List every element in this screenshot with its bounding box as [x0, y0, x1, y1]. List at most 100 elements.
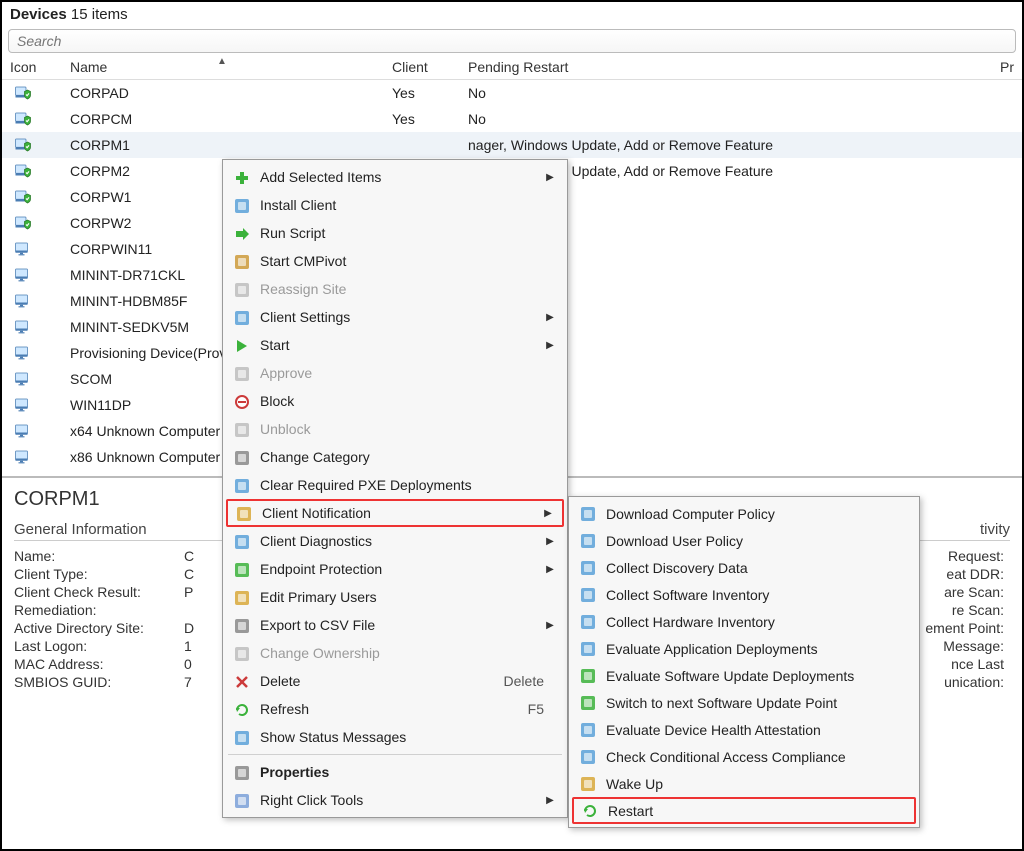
- device-pending: nager, Windows Update, Add or Remove Fea…: [460, 137, 1022, 153]
- menu-item-client-settings[interactable]: Client Settings▶: [226, 303, 564, 331]
- device-row[interactable]: CORPADYesNo: [2, 80, 1022, 106]
- col-header-pri[interactable]: Pr: [992, 59, 1022, 75]
- col-header-pending[interactable]: Pending Restart: [460, 59, 992, 75]
- menu-item-refresh[interactable]: RefreshF5: [226, 695, 564, 723]
- menu-item-client-diagnostics[interactable]: Client Diagnostics▶: [226, 527, 564, 555]
- submenu-item-wake-up[interactable]: Wake Up: [572, 770, 916, 797]
- submenu-item-collect-software-inventory[interactable]: Collect Software Inventory: [572, 581, 916, 608]
- menu-item-label: Add Selected Items: [254, 169, 544, 185]
- submenu-item-download-user-policy[interactable]: Download User Policy: [572, 527, 916, 554]
- col-header-name[interactable]: Name ▲: [62, 59, 392, 75]
- menu-item-label: Refresh: [254, 701, 516, 717]
- submenu-item-restart[interactable]: Restart: [572, 797, 916, 824]
- submenu-item-label: Switch to next Software Update Point: [600, 695, 908, 711]
- device-icon: [2, 214, 62, 232]
- menu-item-start-cmpivot[interactable]: Start CMPivot: [226, 247, 564, 275]
- submenu-item-label: Wake Up: [600, 776, 908, 792]
- col-header-client[interactable]: Client: [392, 59, 460, 75]
- device-row[interactable]: CORPCMYesNo: [2, 106, 1022, 132]
- device-icon: [2, 136, 62, 154]
- compliance-icon: [576, 748, 600, 765]
- menu-item-label: Change Ownership: [254, 645, 544, 661]
- menu-item-start[interactable]: Start▶: [226, 331, 564, 359]
- submenu-item-collect-discovery-data[interactable]: Collect Discovery Data: [572, 554, 916, 581]
- submenu-arrow-icon: ▶: [544, 795, 556, 806]
- menu-item-client-notification[interactable]: Client Notification▶: [226, 499, 564, 527]
- block-icon: [230, 392, 254, 409]
- device-icon: [2, 110, 62, 128]
- menu-item-right-click-tools[interactable]: Right Click Tools▶: [226, 786, 564, 814]
- panel-header: Devices 15 items: [2, 2, 1022, 27]
- device-icon: [2, 396, 62, 414]
- column-headers: Icon Name ▲ Client Pending Restart Pr: [2, 55, 1022, 80]
- device-name: CORPAD: [62, 85, 392, 101]
- menu-item-edit-primary-users[interactable]: Edit Primary Users: [226, 583, 564, 611]
- detail-key: MAC Address:: [14, 655, 184, 673]
- context-menu: Add Selected Items▶Install ClientRun Scr…: [222, 159, 568, 818]
- export-icon: [230, 616, 254, 633]
- submenu-item-evaluate-device-health-attestation[interactable]: Evaluate Device Health Attestation: [572, 716, 916, 743]
- menu-item-run-script[interactable]: Run Script: [226, 219, 564, 247]
- submenu-item-label: Restart: [602, 803, 906, 819]
- device-row[interactable]: CORPM1nager, Windows Update, Add or Remo…: [2, 132, 1022, 158]
- header-title: Devices: [10, 6, 67, 23]
- submenu-arrow-icon: ▶: [544, 564, 556, 575]
- submenu-item-label: Download Computer Policy: [600, 506, 908, 522]
- col-header-icon[interactable]: Icon: [2, 59, 62, 75]
- rct-icon: [230, 791, 254, 808]
- menu-item-label: Right Click Tools: [254, 792, 544, 808]
- discovery-icon: [576, 559, 600, 576]
- device-icon: [2, 266, 62, 284]
- submenu-item-evaluate-application-deployments[interactable]: Evaluate Application Deployments: [572, 635, 916, 662]
- detail-key: SMBIOS GUID:: [14, 673, 184, 691]
- context-submenu-client-notification: Download Computer Policy Download User Po…: [568, 496, 920, 828]
- search-input[interactable]: [8, 29, 1016, 53]
- menu-item-change-category[interactable]: Change Category: [226, 443, 564, 471]
- menu-item-show-status-messages[interactable]: Show Status Messages: [226, 723, 564, 751]
- submenu-item-check-conditional-access-compliance[interactable]: Check Conditional Access Compliance: [572, 743, 916, 770]
- menu-item-change-ownership: Change Ownership: [226, 639, 564, 667]
- menu-item-export-to-csv-file[interactable]: Export to CSV File▶: [226, 611, 564, 639]
- submenu-item-switch-to-next-software-update-point[interactable]: Switch to next Software Update Point: [572, 689, 916, 716]
- menu-item-label: Edit Primary Users: [254, 589, 544, 605]
- menu-item-label: Client Diagnostics: [254, 533, 544, 549]
- submenu-item-label: Collect Hardware Inventory: [600, 614, 908, 630]
- menu-item-endpoint-protection[interactable]: Endpoint Protection▶: [226, 555, 564, 583]
- device-icon: [2, 370, 62, 388]
- col-header-name-text: Name: [70, 59, 107, 75]
- submenu-item-label: Collect Software Inventory: [600, 587, 908, 603]
- menu-item-install-client[interactable]: Install Client: [226, 191, 564, 219]
- menu-item-label: Clear Required PXE Deployments: [254, 477, 544, 493]
- submenu-item-label: Download User Policy: [600, 533, 908, 549]
- menu-item-label: Change Category: [254, 449, 544, 465]
- policy-icon: [576, 505, 600, 522]
- device-icon: [2, 344, 62, 362]
- menu-item-clear-required-pxe-deployments[interactable]: Clear Required PXE Deployments: [226, 471, 564, 499]
- detail-key: Client Type:: [14, 565, 184, 583]
- menu-item-label: Reassign Site: [254, 281, 544, 297]
- submenu-item-label: Collect Discovery Data: [600, 560, 908, 576]
- plus-icon: [230, 168, 254, 185]
- menu-item-label: Install Client: [254, 197, 544, 213]
- menu-item-properties[interactable]: Properties: [226, 758, 564, 786]
- users-icon: [230, 588, 254, 605]
- submenu-arrow-icon: ▶: [544, 340, 556, 351]
- menu-item-label: Unblock: [254, 421, 544, 437]
- submenu-item-label: Check Conditional Access Compliance: [600, 749, 908, 765]
- submenu-arrow-icon: ▶: [544, 620, 556, 631]
- menu-item-label: Properties: [254, 764, 544, 780]
- detail-key: Name:: [14, 547, 184, 565]
- menu-item-shortcut: Delete: [492, 673, 544, 689]
- submenu-item-download-computer-policy[interactable]: Download Computer Policy: [572, 500, 916, 527]
- pkg-icon: [230, 196, 254, 213]
- menu-item-block[interactable]: Block: [226, 387, 564, 415]
- menu-item-delete[interactable]: DeleteDelete: [226, 667, 564, 695]
- menu-item-add-selected-items[interactable]: Add Selected Items▶: [226, 163, 564, 191]
- menu-item-label: Export to CSV File: [254, 617, 544, 633]
- submenu-item-evaluate-software-update-deployments[interactable]: Evaluate Software Update Deployments: [572, 662, 916, 689]
- submenu-arrow-icon: ▶: [542, 508, 554, 519]
- submenu-item-label: Evaluate Software Update Deployments: [600, 668, 908, 684]
- submenu-item-label: Evaluate Application Deployments: [600, 641, 908, 657]
- status-icon: [230, 728, 254, 745]
- submenu-item-collect-hardware-inventory[interactable]: Collect Hardware Inventory: [572, 608, 916, 635]
